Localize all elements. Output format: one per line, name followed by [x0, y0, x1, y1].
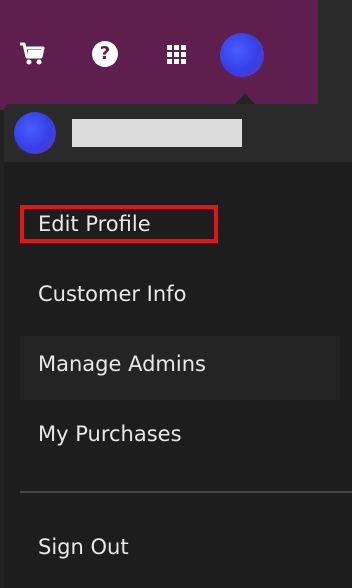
menu-item-my-purchases[interactable]: My Purchases [38, 422, 182, 446]
avatar[interactable] [220, 33, 264, 77]
apps-grid [166, 44, 186, 64]
dropdown-caret [235, 93, 255, 104]
apps-grid-icon[interactable] [160, 38, 192, 70]
focus-highlight-box [20, 205, 218, 243]
redacted-user-name [72, 119, 242, 147]
menu-divider [20, 491, 352, 493]
menu-item-customer-info[interactable]: Customer Info [38, 282, 186, 306]
menu-item-manage-admins[interactable]: Manage Admins [38, 352, 206, 376]
menu-item-sign-out[interactable]: Sign Out [38, 535, 129, 559]
user-menu-avatar [14, 112, 56, 154]
help-icon[interactable]: ? [89, 38, 121, 70]
help-glyph: ? [92, 41, 118, 67]
header-side [318, 0, 352, 110]
page: ? Edit Profile Customer Info Manage Admi… [0, 0, 352, 588]
cart-icon[interactable] [16, 38, 48, 70]
cart-icon-svg [20, 42, 45, 65]
